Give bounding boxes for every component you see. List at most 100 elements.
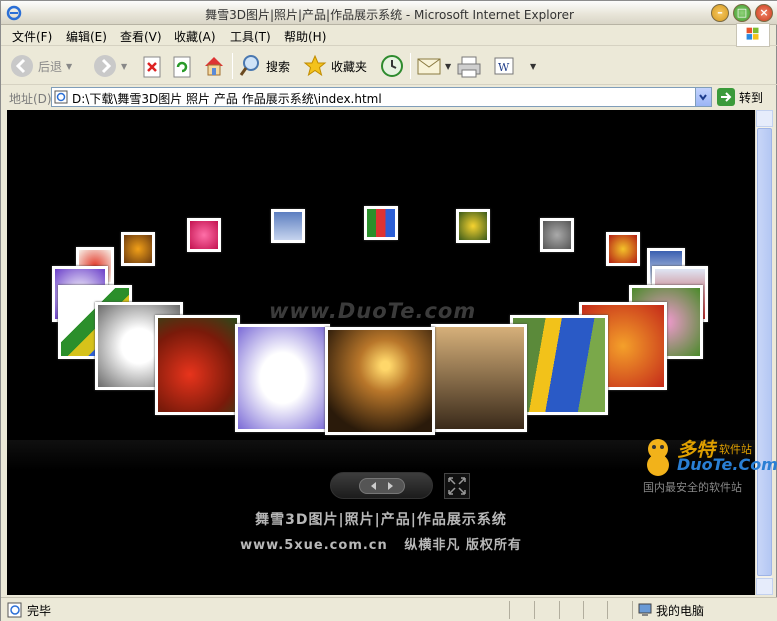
heart-image xyxy=(190,221,218,249)
history-icon[interactable] xyxy=(380,54,404,78)
photo-yellow-flower[interactable] xyxy=(121,232,155,266)
address-label: 地址(D) xyxy=(9,92,52,106)
my-computer-icon xyxy=(638,603,652,616)
back-label: 后退 xyxy=(38,59,63,74)
minimize-button[interactable]: – xyxy=(711,4,729,22)
refresh-icon[interactable] xyxy=(172,56,192,78)
vertical-scrollbar[interactable] xyxy=(755,110,773,595)
status-bar: 完毕 我的电脑 xyxy=(1,597,777,621)
status-divider xyxy=(632,601,633,619)
scroll-control[interactable] xyxy=(330,472,433,499)
scroll-thumb[interactable] xyxy=(757,128,772,576)
favorites-label: 收藏夹 xyxy=(331,59,368,74)
title-bar: 舞雪3D图片|照片|产品|作品展示系统 - Microsoft Internet… xyxy=(1,1,777,25)
flash-gallery[interactable]: www.DuoTe.com 舞雪3D图片|照片|产品|作品展示系统 www.5x xyxy=(7,110,755,595)
scroll-up-button[interactable] xyxy=(756,110,773,127)
window-title: 舞雪3D图片|照片|产品|作品展示系统 - Microsoft Internet… xyxy=(205,8,574,22)
red-flower-image xyxy=(609,235,637,263)
close-button[interactable]: × xyxy=(755,4,773,22)
favorites-button[interactable]: 收藏夹 xyxy=(303,53,367,79)
mail-button[interactable]: ▼ xyxy=(417,53,451,79)
forward-arrow-icon xyxy=(94,55,116,77)
tomatoes-image xyxy=(158,318,237,412)
snowman-image xyxy=(238,327,327,429)
status-divider xyxy=(583,601,584,619)
windows-flag-icon xyxy=(746,27,759,40)
address-url: D:\下载\舞雪3D图片 照片 产品 作品展示系统\index.html xyxy=(72,92,382,106)
scroll-arrows-icon xyxy=(371,482,393,490)
parrot-small-image xyxy=(543,221,571,249)
mail-dropdown-icon[interactable]: ▼ xyxy=(445,62,451,71)
menu-edit[interactable]: 编辑(E) xyxy=(66,28,107,45)
magnifier-icon xyxy=(239,55,259,76)
photo-pink-heart[interactable] xyxy=(187,218,221,252)
address-dropdown[interactable] xyxy=(695,88,711,106)
sunset-image xyxy=(328,330,432,432)
back-button[interactable]: 后退 ▼ xyxy=(10,53,72,79)
page-icon xyxy=(54,90,68,104)
mail-icon xyxy=(417,58,441,75)
status-text: 完毕 xyxy=(27,604,52,618)
photo-red-flower-right[interactable] xyxy=(606,232,640,266)
status-divider xyxy=(509,601,510,619)
photo-sunflower-small[interactable] xyxy=(456,209,490,243)
footer-title: 舞雪3D图片|照片|产品|作品展示系统 xyxy=(255,512,507,528)
edit-button[interactable]: W ▼ xyxy=(494,53,536,79)
duote-mascot-icon xyxy=(647,439,669,476)
scroll-slider[interactable] xyxy=(359,478,405,494)
maximize-button[interactable]: □ xyxy=(733,4,751,22)
status-divider xyxy=(534,601,535,619)
fullscreen-button[interactable] xyxy=(444,473,470,499)
browser-window: 舞雪3D图片|照片|产品|作品展示系统 - Microsoft Internet… xyxy=(0,0,777,621)
duote-logo-slogan: 国内最安全的软件站 xyxy=(643,481,742,494)
mantis-image xyxy=(434,327,524,429)
home-icon[interactable] xyxy=(202,54,226,78)
sunflower-image xyxy=(459,212,487,240)
photo-mantis[interactable] xyxy=(431,324,527,432)
photo-winter-scene[interactable] xyxy=(271,209,305,243)
photo-sunset[interactable] xyxy=(325,327,435,435)
menu-file[interactable]: 文件(F) xyxy=(12,28,52,45)
duote-logo-domain: DuoTe.Com xyxy=(677,455,777,474)
back-dropdown-icon[interactable]: ▼ xyxy=(66,62,72,71)
back-arrow-icon xyxy=(11,55,33,77)
menu-help[interactable]: 帮助(H) xyxy=(284,28,326,45)
word-icon: W xyxy=(494,57,514,75)
stop-icon[interactable] xyxy=(142,56,162,78)
go-label: 转到 xyxy=(739,90,764,105)
chevron-down-icon xyxy=(699,94,707,101)
photo-snowman[interactable] xyxy=(235,324,330,432)
menu-view[interactable]: 查看(V) xyxy=(120,28,162,45)
photo-gift-cubes[interactable] xyxy=(364,206,398,240)
go-arrow-icon xyxy=(717,88,735,106)
print-icon[interactable] xyxy=(456,55,482,79)
go-button[interactable]: 转到 xyxy=(717,88,763,106)
footer-copy-text: 纵横非凡 版权所有 xyxy=(404,538,522,553)
search-button[interactable]: 搜索 xyxy=(238,53,290,79)
edit-dropdown-icon[interactable]: ▼ xyxy=(530,62,536,71)
yellow-flower-image xyxy=(124,235,152,263)
cubes-image xyxy=(367,209,395,237)
status-divider xyxy=(607,601,608,619)
scroll-down-button[interactable] xyxy=(756,578,773,595)
forward-dropdown-icon[interactable]: ▼ xyxy=(121,62,127,71)
forward-button[interactable]: ▼ xyxy=(93,53,127,79)
windows-logo xyxy=(736,23,770,47)
photo-parrot-small[interactable] xyxy=(540,218,574,252)
address-field[interactable]: D:\下载\舞雪3D图片 照片 产品 作品展示系统\index.html xyxy=(51,87,712,107)
menu-favorites[interactable]: 收藏(A) xyxy=(174,28,216,45)
photo-tomatoes[interactable] xyxy=(155,315,240,415)
toolbar: 后退 ▼ ▼ 搜索 收藏夹 ▼ W ▼ xyxy=(1,47,777,85)
winter-image xyxy=(274,212,302,240)
page-done-icon xyxy=(7,602,22,618)
menu-bar: 文件(F) 编辑(E) 查看(V) 收藏(A) 工具(T) 帮助(H) xyxy=(1,25,777,46)
security-zone: 我的电脑 xyxy=(656,604,705,618)
star-icon xyxy=(303,54,327,77)
address-bar: 地址(D) D:\下载\舞雪3D图片 照片 产品 作品展示系统\index.ht… xyxy=(1,85,777,110)
duote-logo: 多特 软件站 DuoTe.Com 国内最安全的软件站 xyxy=(637,433,777,494)
footer-copyright: www.5xue.com.cn 纵横非凡 版权所有 xyxy=(7,534,755,553)
fullscreen-icon xyxy=(448,477,466,495)
menu-tools[interactable]: 工具(T) xyxy=(230,28,271,45)
toolbar-separator xyxy=(232,53,233,79)
footer-url[interactable]: www.5xue.com.cn xyxy=(240,538,388,553)
